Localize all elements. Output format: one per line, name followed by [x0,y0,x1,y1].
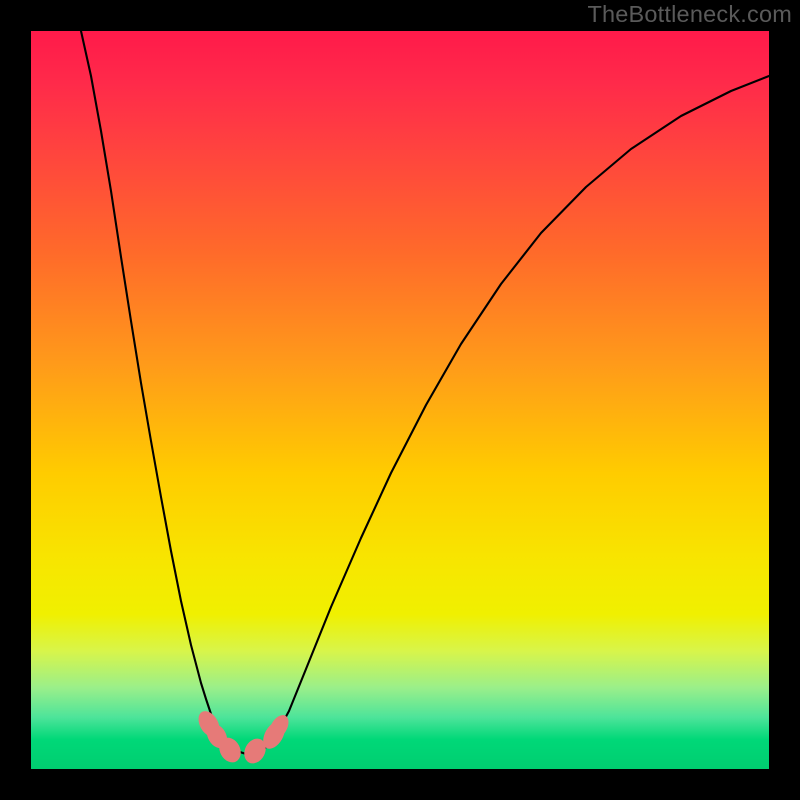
chart-svg [31,31,769,769]
curve-markers [194,707,292,767]
plot-area [31,31,769,769]
bottleneck-curve [81,31,769,754]
chart-frame: TheBottleneck.com [0,0,800,800]
watermark-text: TheBottleneck.com [587,1,792,28]
